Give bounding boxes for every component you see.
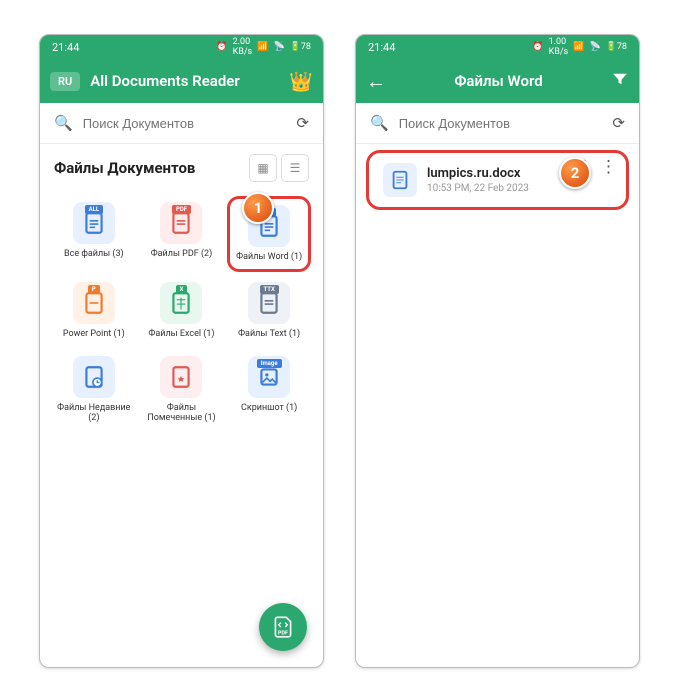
sim-icon: 📶: [257, 42, 268, 52]
status-bar: 21:44 ⏰ 1.00KB/s 📶 📡 🔋78: [356, 35, 639, 59]
app-header: ← Файлы Word: [356, 59, 639, 103]
search-input[interactable]: [397, 115, 605, 132]
net-speed: 2.00KB/s: [233, 37, 253, 57]
section-header: Файлы Документов ▦ ☰: [40, 144, 323, 192]
category-label: Power Point (1): [63, 329, 125, 340]
back-arrow-icon[interactable]: ←: [366, 69, 386, 94]
category-label: Файлы Word (1): [236, 252, 302, 263]
app-header: RU All Documents Reader 👑: [40, 59, 323, 103]
grid-view-button[interactable]: ▦: [249, 154, 277, 182]
battery-icon: 🔋78: [290, 42, 311, 52]
search-icon: 🔍: [370, 114, 389, 132]
step-badge-1: 1: [242, 192, 274, 224]
category-screenshot[interactable]: ImageСкриншот (1): [227, 350, 311, 431]
language-badge[interactable]: RU: [50, 72, 80, 91]
category-text[interactable]: TTXФайлы Text (1): [227, 276, 311, 346]
sim-icon: 📶: [573, 42, 584, 52]
category-label: Файлы Помеченные (1): [142, 403, 222, 425]
clock: 21:44: [52, 41, 79, 54]
battery-icon: 🔋78: [606, 42, 627, 52]
clock: 21:44: [368, 41, 395, 54]
wifi-icon: 📡: [273, 42, 284, 52]
pdf-convert-icon: PDF: [270, 614, 296, 640]
category-recent[interactable]: Файлы Недавние (2): [52, 350, 136, 431]
category-label: Файлы Недавние (2): [54, 403, 134, 425]
wifi-icon: 📡: [589, 42, 600, 52]
refresh-icon[interactable]: ⟳: [612, 114, 625, 132]
phone-right: 21:44 ⏰ 1.00KB/s 📶 📡 🔋78 ← Файлы Word 🔍 …: [355, 34, 640, 668]
word-file-icon: [383, 163, 417, 197]
category-all[interactable]: ALLВсе файлы (3): [52, 196, 136, 272]
refresh-icon[interactable]: ⟳: [296, 114, 309, 132]
filter-icon[interactable]: [611, 70, 629, 93]
category-label: Все файлы (3): [64, 249, 124, 260]
step-badge-2: 2: [559, 157, 591, 189]
view-toggle: ▦ ☰: [249, 154, 309, 182]
status-indicators: ⏰ 1.00KB/s 📶 📡 🔋78: [532, 37, 627, 57]
section-title: Файлы Документов: [54, 159, 195, 177]
app-title: All Documents Reader: [90, 72, 279, 90]
category-favorite[interactable]: Файлы Помеченные (1): [140, 350, 224, 431]
svg-text:PDF: PDF: [278, 631, 288, 637]
alarm-icon: ⏰: [216, 42, 227, 52]
category-label: Файлы Text (1): [238, 329, 300, 340]
crown-icon[interactable]: 👑: [289, 70, 313, 93]
category-excel[interactable]: XФайлы Excel (1): [140, 276, 224, 346]
category-ppt[interactable]: PPower Point (1): [52, 276, 136, 346]
fab-button[interactable]: PDF: [259, 603, 307, 651]
category-label: Файлы Excel (1): [148, 329, 214, 340]
category-pdf[interactable]: PDFФайлы PDF (2): [140, 196, 224, 272]
more-icon[interactable]: ⋮: [600, 157, 617, 177]
page-title: Файлы Word: [396, 72, 601, 90]
phone-left: 21:44 ⏰ 2.00KB/s 📶 📡 🔋78 RU All Document…: [39, 34, 324, 668]
search-bar: 🔍 ⟳: [356, 103, 639, 144]
category-label: Скриншот (1): [241, 403, 297, 414]
search-icon: 🔍: [54, 114, 73, 132]
category-label: Файлы PDF (2): [151, 249, 213, 260]
search-bar: 🔍 ⟳: [40, 103, 323, 144]
net-speed: 1.00KB/s: [549, 37, 569, 57]
list-view-button[interactable]: ☰: [281, 154, 309, 182]
status-bar: 21:44 ⏰ 2.00KB/s 📶 📡 🔋78: [40, 35, 323, 59]
alarm-icon: ⏰: [532, 42, 543, 52]
search-input[interactable]: [81, 115, 289, 132]
category-grid: ALLВсе файлы (3) PDFФайлы PDF (2) WФайлы…: [40, 192, 323, 434]
status-indicators: ⏰ 2.00KB/s 📶 📡 🔋78: [216, 37, 311, 57]
